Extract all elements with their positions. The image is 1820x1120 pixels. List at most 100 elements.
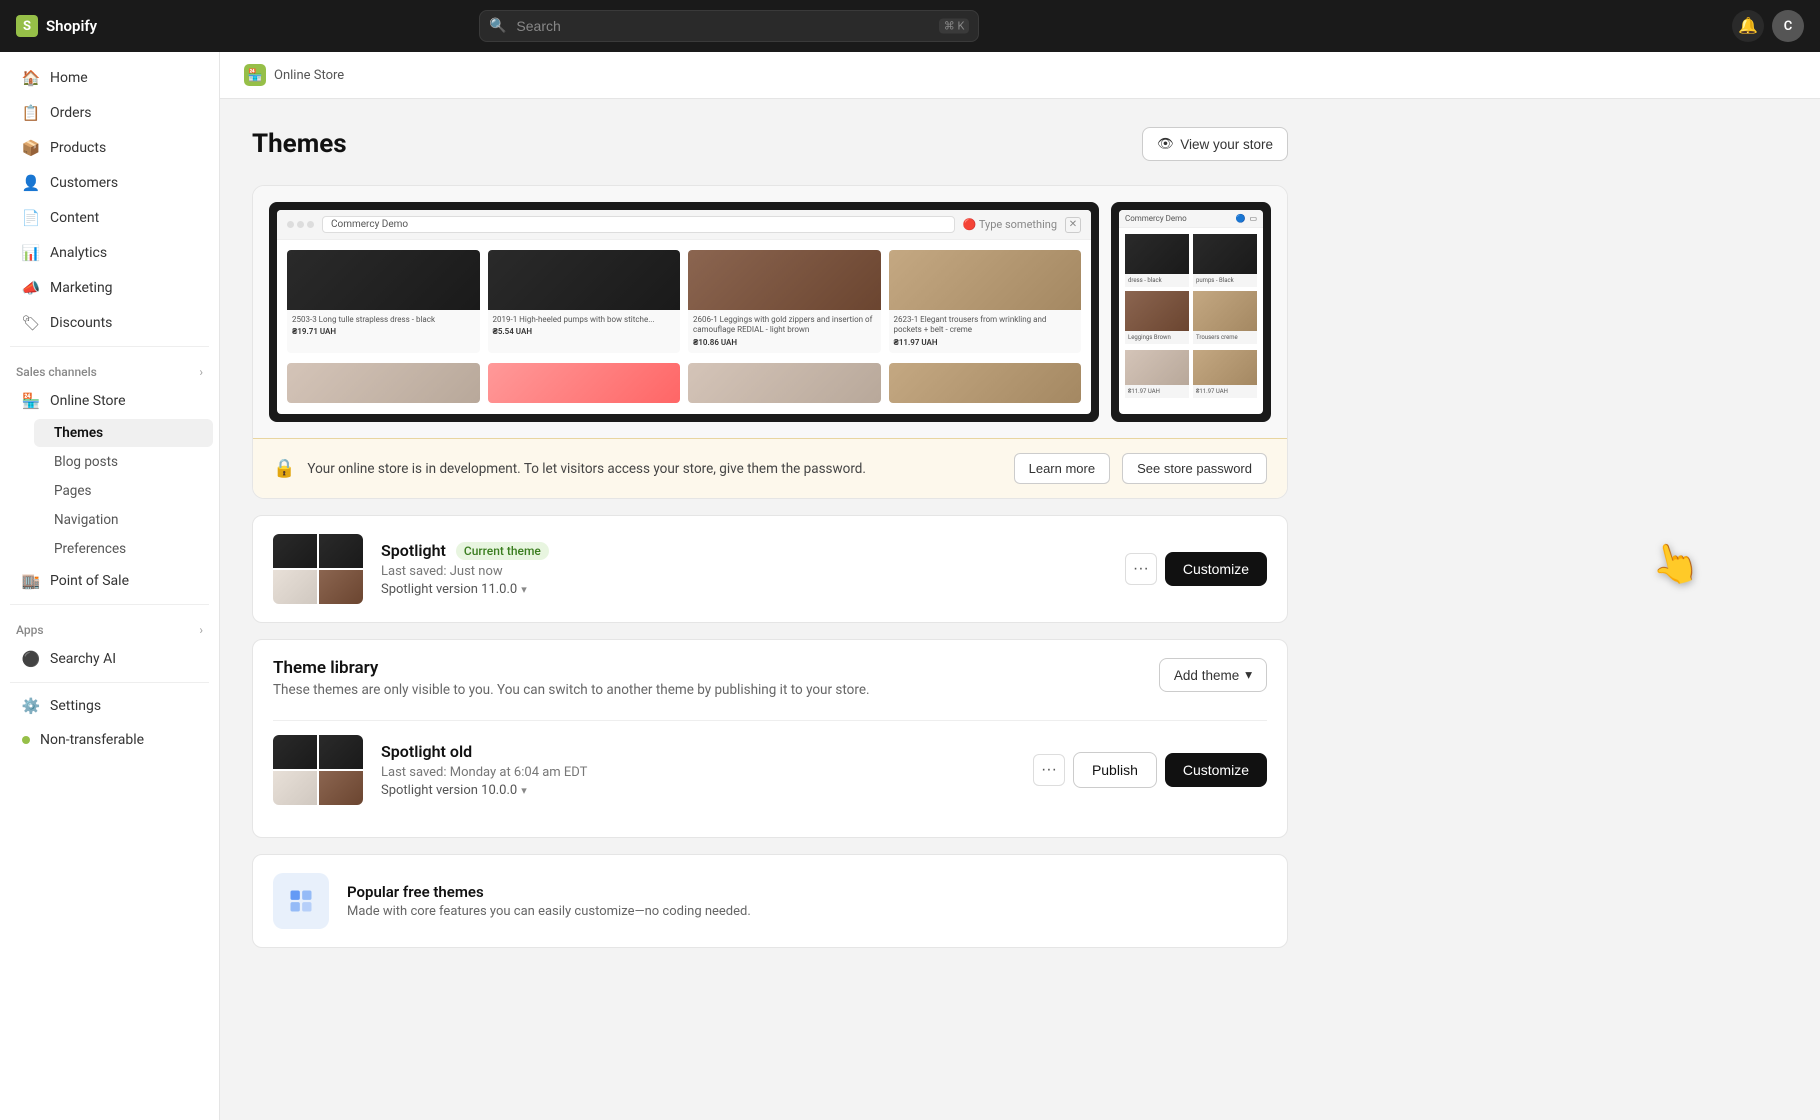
sidebar-item-discounts[interactable]: 🏷 Discounts [6, 306, 213, 340]
mobile-products-grid-row2: ₴11.97 UAH ₴11.97 UAH [1119, 350, 1263, 398]
theme-preview-inner: Commercy Demo 🔴 Type something ✕ [253, 186, 1287, 438]
avatar[interactable]: C [1772, 10, 1804, 42]
theme-last-saved: Last saved: Just now [381, 564, 1107, 579]
product-4-name: 2623-1 Elegant trousers from wrinkling a… [894, 315, 1077, 336]
sidebar-item-navigation[interactable]: Navigation [34, 506, 213, 534]
product-3-price: ₴10.86 UAH [693, 338, 876, 348]
library-theme-version: Spotlight version 10.0.0 ▾ [381, 783, 1015, 798]
library-customize-button[interactable]: Customize [1165, 753, 1267, 787]
theme-more-button[interactable]: ··· [1125, 553, 1157, 585]
sidebar-item-orders[interactable]: 📋 Orders [6, 96, 213, 130]
product-8-img [889, 363, 1082, 403]
theme-library-desc: These themes are only visible to you. Yo… [273, 682, 870, 698]
theme-name-row: Spotlight Current theme [381, 541, 1107, 560]
product-2-price: ₴5.54 UAH [493, 327, 676, 337]
mobile-product-1: dress - black [1125, 234, 1189, 287]
password-banner-text: Your online store is in development. To … [307, 461, 1001, 477]
sidebar-item-themes[interactable]: Themes [34, 419, 213, 447]
thumb-4 [319, 570, 363, 604]
popular-free-themes-card: Popular free themes Made with core featu… [252, 854, 1288, 948]
mobile-product-1-info: dress - black [1125, 274, 1189, 287]
search-icon: 🔍 [489, 18, 506, 34]
sidebar-item-blog-posts[interactable]: Blog posts [34, 448, 213, 476]
lock-icon: 🔒 [273, 458, 295, 479]
products-icon: 📦 [22, 139, 40, 157]
preview-product-2: 2019-1 High-heeled pumps with bow stitch… [488, 250, 681, 353]
library-theme-item: Spotlight old Last saved: Monday at 6:04… [273, 720, 1267, 819]
view-store-label: View your store [1180, 137, 1273, 152]
thumb-2 [319, 534, 363, 568]
online-store-icon: 🏪 [22, 392, 40, 410]
sidebar-item-pos[interactable]: 🏬 Point of Sale [6, 564, 213, 598]
sidebar-item-home[interactable]: 🏠 Home [6, 61, 213, 95]
view-store-button[interactable]: 👁 View your store [1142, 127, 1288, 161]
content-icon: 📄 [22, 209, 40, 227]
customize-button[interactable]: Customize [1165, 552, 1267, 586]
sidebar-item-content-label: Content [50, 210, 99, 226]
sidebar-item-non-transferable[interactable]: Non-transferable [6, 724, 213, 756]
preview-product-8 [889, 363, 1082, 403]
pos-icon: 🏬 [22, 572, 40, 590]
library-theme-more-button[interactable]: ··· [1033, 754, 1065, 786]
mobile-store-name: Commercy Demo [1125, 214, 1187, 223]
dot-3 [307, 221, 314, 228]
sidebar-item-searchy-ai[interactable]: ⚫ Searchy AI [6, 642, 213, 676]
notifications-button[interactable]: 🔔 [1732, 10, 1764, 42]
theme-info: Spotlight Current theme Last saved: Just… [381, 541, 1107, 597]
sidebar-item-settings[interactable]: ⚙️ Settings [6, 689, 213, 723]
publish-button[interactable]: Publish [1073, 752, 1157, 788]
sidebar-item-content[interactable]: 📄 Content [6, 201, 213, 235]
sidebar-item-customers[interactable]: 👤 Customers [6, 166, 213, 200]
lib-thumb-2 [319, 735, 363, 769]
desktop-products-grid-row2 [277, 363, 1091, 403]
apps-section: Apps › [0, 611, 219, 641]
type-something-label: 🔴 Type something [963, 218, 1057, 231]
preview-product-4: 2623-1 Elegant trousers from wrinkling a… [889, 250, 1082, 353]
sales-channels-chevron: › [199, 365, 203, 379]
sidebar-item-analytics[interactable]: 📊 Analytics [6, 236, 213, 270]
mobile-icon-2: ▭ [1249, 214, 1257, 223]
non-transferable-dot [22, 736, 30, 744]
sidebar-item-marketing-label: Marketing [50, 280, 113, 296]
sidebar-item-searchy-ai-label: Searchy AI [50, 651, 116, 667]
mobile-icon-1: 🔵 [1235, 214, 1245, 223]
sidebar-item-themes-label: Themes [54, 425, 103, 441]
sidebar-item-online-store-label: Online Store [50, 393, 126, 409]
product-3-name: 2606-1 Leggings with gold zippers and in… [693, 315, 876, 336]
settings-icon: ⚙️ [22, 697, 40, 715]
theme-library-section: Theme library These themes are only visi… [252, 639, 1288, 838]
shopify-bag-icon: S [16, 15, 38, 37]
preview-product-7 [688, 363, 881, 403]
sidebar-divider-2 [10, 604, 209, 605]
add-theme-chevron-icon: ▾ [1245, 667, 1252, 683]
sidebar: 🏠 Home 📋 Orders 📦 Products 👤 Customers 📄… [0, 52, 220, 1120]
see-store-password-button[interactable]: See store password [1122, 453, 1267, 484]
preview-product-5 [287, 363, 480, 403]
marketing-icon: 📣 [22, 279, 40, 297]
dot-1 [287, 221, 294, 228]
theme-library-title: Theme library [273, 658, 870, 678]
mobile-product-5: ₴11.97 UAH [1125, 350, 1189, 398]
theme-name: Spotlight [381, 541, 446, 560]
sidebar-divider-3 [10, 682, 209, 683]
product-3-info: 2606-1 Leggings with gold zippers and in… [688, 310, 881, 353]
sidebar-item-marketing[interactable]: 📣 Marketing [6, 271, 213, 305]
breadcrumb-icon: 🏪 [244, 64, 266, 86]
add-theme-button[interactable]: Add theme ▾ [1159, 658, 1267, 692]
sales-channels-section: Sales channels › [0, 353, 219, 383]
current-theme-badge: Current theme [456, 542, 549, 560]
library-theme-last-saved: Last saved: Monday at 6:04 am EDT [381, 765, 1015, 780]
sidebar-item-pages[interactable]: Pages [34, 477, 213, 505]
product-2-info: 2019-1 High-heeled pumps with bow stitch… [488, 310, 681, 343]
sidebar-item-preferences[interactable]: Preferences [34, 535, 213, 563]
customers-icon: 👤 [22, 174, 40, 192]
sidebar-item-online-store[interactable]: 🏪 Online Store [6, 384, 213, 418]
search-input[interactable] [479, 10, 979, 42]
product-1-price: ₴19.71 UAH [292, 327, 475, 337]
mobile-product-3-img [1125, 291, 1189, 331]
product-1-img [287, 250, 480, 310]
mobile-product-3-info: Leggings Brown [1125, 331, 1189, 344]
theme-library-header: Theme library These themes are only visi… [273, 658, 1267, 714]
sidebar-item-products[interactable]: 📦 Products [6, 131, 213, 165]
learn-more-button[interactable]: Learn more [1014, 453, 1110, 484]
